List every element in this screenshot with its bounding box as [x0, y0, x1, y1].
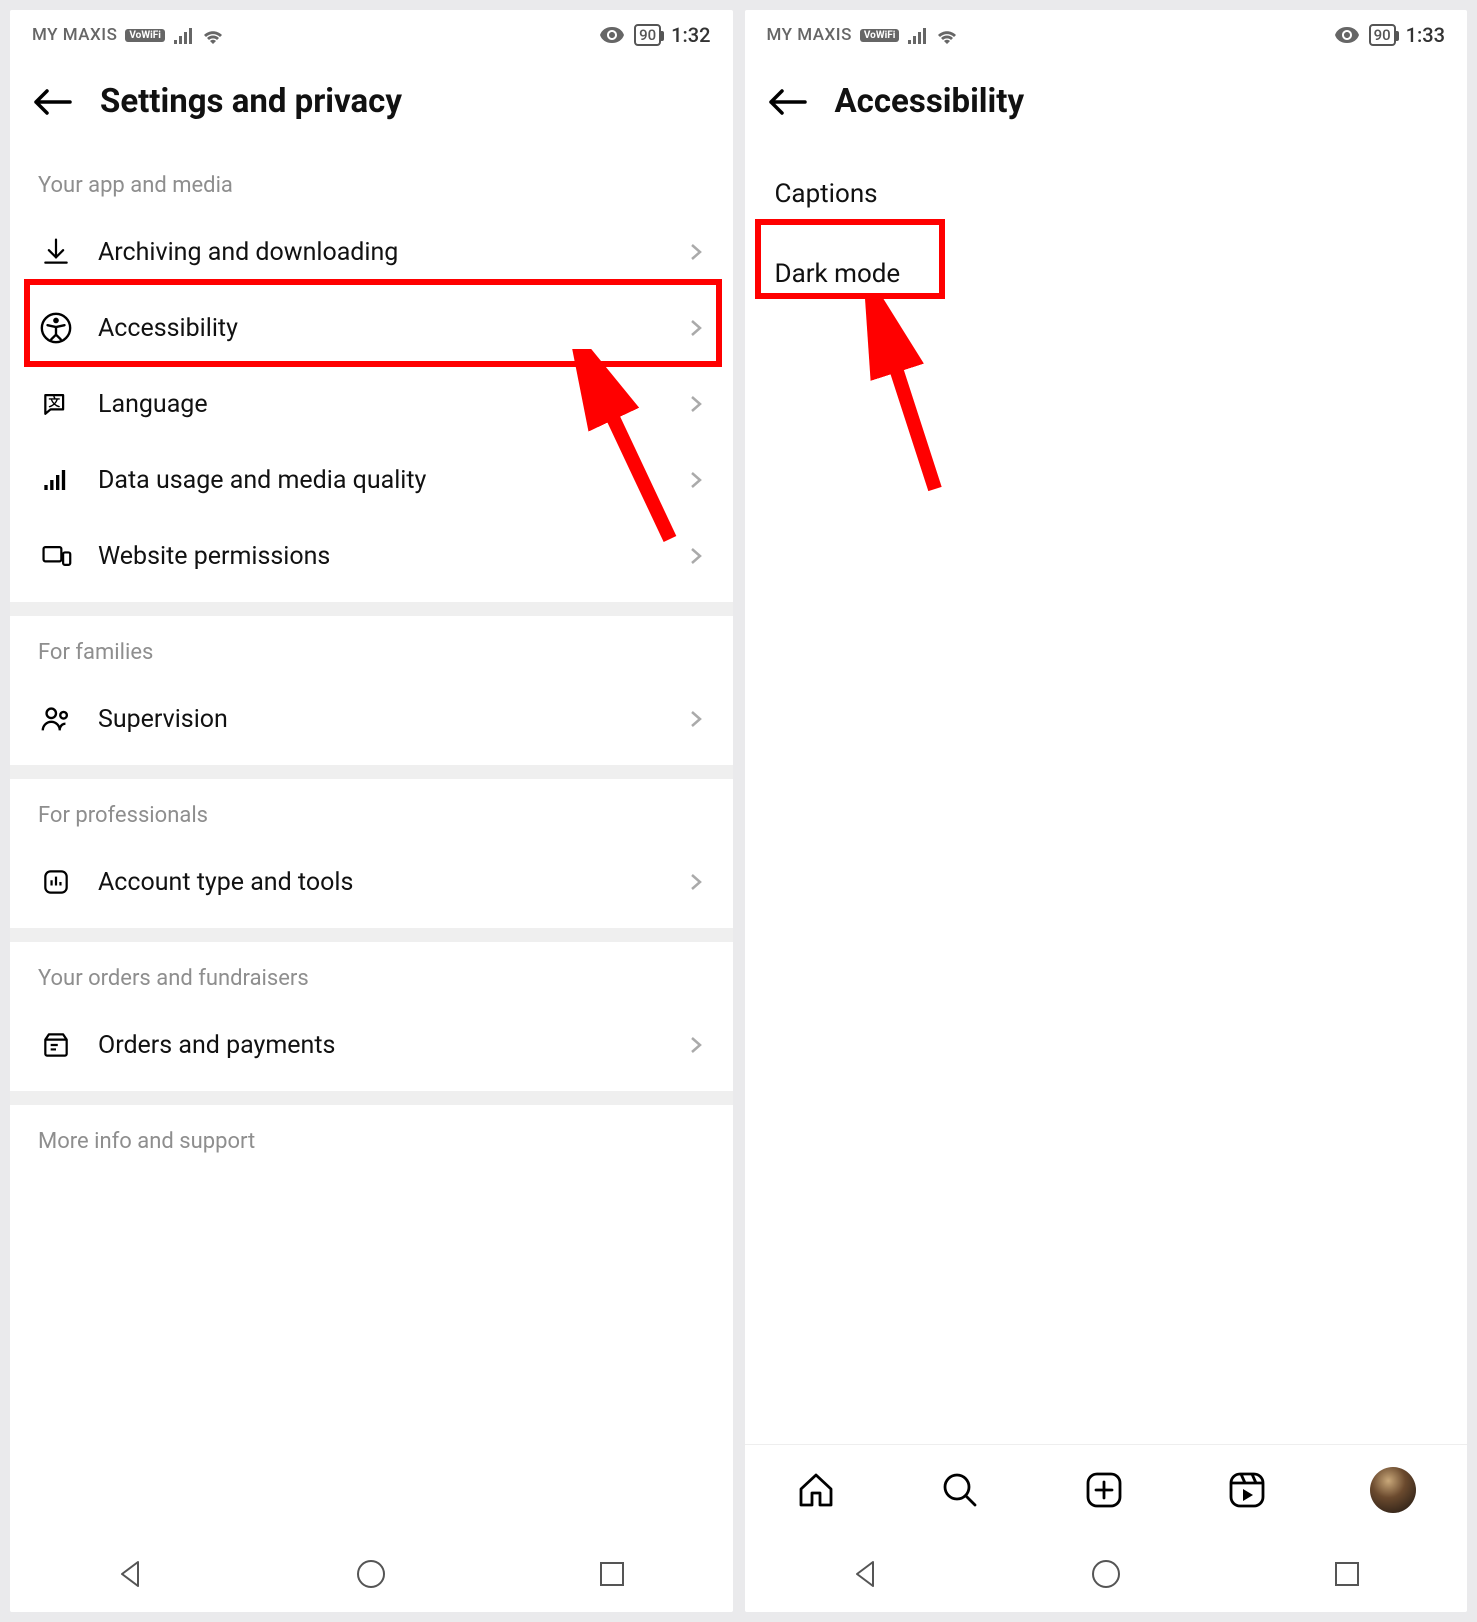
supervision-icon — [38, 701, 74, 737]
settings-row-label: Supervision — [98, 705, 663, 734]
accessibility-list: Captions Dark mode — [745, 149, 1468, 1444]
chevron-right-icon — [687, 873, 705, 891]
chevron-right-icon — [687, 243, 705, 261]
annotation-arrow — [560, 349, 690, 549]
language-icon: 文 — [38, 386, 74, 422]
phone-screen-settings: MY MAXIS VoWiFi 90 1:32 Settings and pri… — [10, 10, 733, 1612]
section-heading-orders: Your orders and fundraisers — [10, 966, 733, 1007]
settings-list: Your app and media Archiving and downloa… — [10, 149, 733, 1534]
download-icon — [38, 234, 74, 270]
chevron-right-icon — [687, 1036, 705, 1054]
signal-icon — [907, 26, 929, 44]
section-heading-families: For families — [10, 640, 733, 681]
settings-row-label: Orders and payments — [98, 1031, 663, 1060]
battery-indicator: 90 — [634, 24, 661, 46]
android-nav-bar — [745, 1534, 1468, 1612]
clock-label: 1:33 — [1406, 23, 1445, 47]
annotation-highlight-box — [755, 219, 945, 299]
page-header: Accessibility — [745, 60, 1468, 149]
nav-back-icon[interactable] — [847, 1556, 883, 1592]
data-icon — [38, 462, 74, 498]
page-title: Accessibility — [835, 82, 1025, 121]
search-icon[interactable] — [939, 1469, 981, 1511]
nav-recent-icon[interactable] — [1329, 1556, 1365, 1592]
svg-text:文: 文 — [48, 395, 60, 409]
wifi-icon — [935, 26, 959, 44]
clock-label: 1:32 — [671, 23, 710, 47]
create-icon[interactable] — [1083, 1469, 1125, 1511]
wifi-icon — [201, 26, 225, 44]
nav-home-icon[interactable] — [353, 1556, 389, 1592]
eye-icon — [1335, 27, 1359, 43]
eye-icon — [600, 27, 624, 43]
section-heading-app-media: Your app and media — [10, 173, 733, 214]
settings-row-label: Archiving and downloading — [98, 238, 663, 267]
orders-icon — [38, 1027, 74, 1063]
nav-home-icon[interactable] — [1088, 1556, 1124, 1592]
back-icon[interactable] — [767, 87, 807, 117]
status-bar: MY MAXIS VoWiFi 90 1:33 — [745, 10, 1468, 60]
settings-row-account-tools[interactable]: Account type and tools — [10, 844, 733, 920]
website-icon — [38, 538, 74, 574]
signal-icon — [173, 26, 195, 44]
vowifi-badge: VoWiFi — [860, 29, 899, 42]
battery-indicator: 90 — [1369, 24, 1396, 46]
phone-screen-accessibility: MY MAXIS VoWiFi 90 1:33 Accessibility — [745, 10, 1468, 1612]
nav-recent-icon[interactable] — [594, 1556, 630, 1592]
status-bar: MY MAXIS VoWiFi 90 1:32 — [10, 10, 733, 60]
carrier-label: MY MAXIS — [32, 25, 117, 45]
section-heading-more-info: More info and support — [10, 1129, 733, 1170]
accessibility-row-label: Captions — [775, 179, 878, 209]
chevron-right-icon — [687, 710, 705, 728]
page-header: Settings and privacy — [10, 60, 733, 149]
settings-row-supervision[interactable]: Supervision — [10, 681, 733, 757]
home-icon[interactable] — [795, 1469, 837, 1511]
account-tools-icon — [38, 864, 74, 900]
android-nav-bar — [10, 1534, 733, 1612]
chevron-right-icon — [687, 547, 705, 565]
reels-icon[interactable] — [1226, 1469, 1268, 1511]
settings-row-orders-payments[interactable]: Orders and payments — [10, 1007, 733, 1083]
page-title: Settings and privacy — [100, 82, 402, 121]
instagram-bottom-nav — [745, 1444, 1468, 1534]
vowifi-badge: VoWiFi — [125, 29, 164, 42]
nav-back-icon[interactable] — [112, 1556, 148, 1592]
settings-row-label: Account type and tools — [98, 868, 663, 897]
carrier-label: MY MAXIS — [767, 25, 852, 45]
section-heading-professionals: For professionals — [10, 803, 733, 844]
profile-avatar[interactable] — [1370, 1467, 1416, 1513]
annotation-arrow — [845, 299, 965, 499]
back-icon[interactable] — [32, 87, 72, 117]
